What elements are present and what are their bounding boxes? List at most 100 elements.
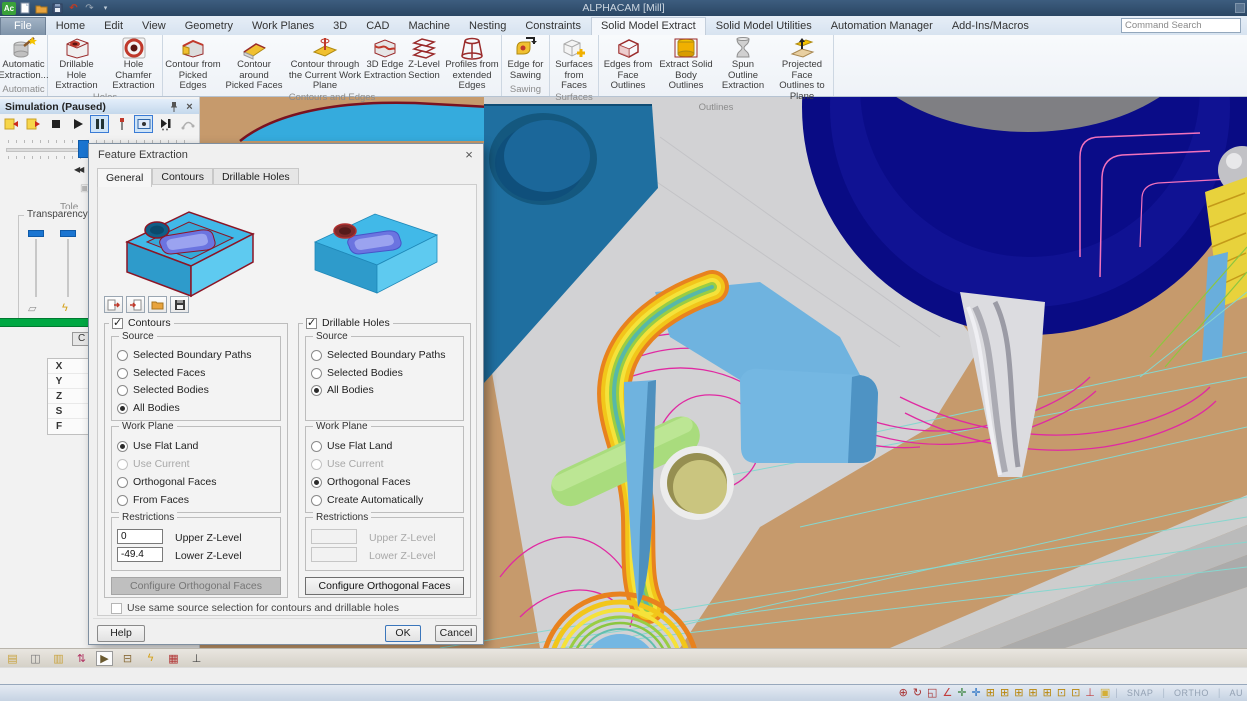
contours-lower-z-input[interactable] [117,547,163,562]
rapid-moves-icon[interactable]: ϟ [142,651,159,666]
collapse-arrows-icon[interactable]: ◀◀ [74,165,82,174]
radio-holes-selected-boundary-paths[interactable]: Selected Boundary Paths [311,349,446,361]
tool-vectors-icon[interactable]: ⇅ [73,651,90,666]
stop-icon[interactable] [46,115,65,133]
tab-nesting[interactable]: Nesting [460,18,515,35]
radio-holes-orthogonal-faces[interactable]: Orthogonal Faces [311,476,410,488]
restart-simulation-icon[interactable] [2,115,21,133]
tool-transparency-icon[interactable]: ϟ [62,302,68,314]
tab-3d[interactable]: 3D [324,18,356,35]
shaded-view-icon[interactable]: ▥ [50,651,67,666]
radio-contours-from-faces[interactable]: From Faces [117,494,189,506]
material-display-icon[interactable]: ▤ [4,651,21,666]
radio-contours-use-flat-land[interactable]: Use Flat Land [117,440,198,452]
holes-configure-orthogonal-faces-button[interactable]: Configure Orthogonal Faces [305,577,464,595]
radio-contours-all-bodies[interactable]: All Bodies [117,402,180,414]
window-control-icon[interactable] [1235,3,1245,13]
contour-from-picked-edges-button[interactable]: Contour from Picked Edges [163,36,223,92]
view-cube-bottom-icon[interactable]: ⊡ [1071,686,1080,701]
solid-transparency-icon[interactable]: ▱ [28,302,36,315]
play-icon[interactable] [68,115,87,133]
step-mode-icon[interactable] [156,115,175,133]
tab-constraints[interactable]: Constraints [516,18,590,35]
contours-checkbox[interactable]: Contours [109,317,174,329]
cancel-button[interactable]: Cancel [435,625,477,642]
open-file-icon[interactable] [148,296,167,313]
hole-chamfer-extraction-button[interactable]: Hole Chamfer Extraction [105,36,162,92]
pause-icon[interactable] [90,115,109,133]
surfaces-from-faces-button[interactable]: Surfaces from Faces [550,36,598,92]
path-trace-icon[interactable] [178,115,197,133]
radio-holes-create-automatically[interactable]: Create Automatically [311,494,423,506]
orbit-view-icon[interactable]: ⊕ [899,686,908,701]
tab-general[interactable]: General [97,168,152,187]
spun-outline-extraction-button[interactable]: Spun Outline Extraction [715,36,771,92]
contour-around-picked-faces-button[interactable]: Contour around Picked Faces [223,36,285,92]
ortho-toggle[interactable]: ORTHO [1170,688,1213,698]
tab-work-planes[interactable]: Work Planes [243,18,323,35]
profiles-from-extended-edges-button[interactable]: Profiles from extended Edges [443,36,501,92]
same-source-checkbox[interactable]: Use same source selection for contours a… [108,602,402,614]
drillable-hole-extraction-button[interactable]: Drillable Hole Extraction [48,36,105,92]
close-icon[interactable]: × [461,147,477,163]
pin-icon[interactable] [167,100,180,113]
tab-add-ins-macros[interactable]: Add-Ins/Macros [943,18,1038,35]
extract-solid-body-outlines-button[interactable]: Extract Solid Body Outlines [657,36,715,92]
view-cube-left-icon[interactable]: ⊞ [1043,686,1052,701]
radio-contours-selected-bodies[interactable]: Selected Bodies [117,384,209,396]
work-plane-axis-icon[interactable]: ✛ [972,686,981,701]
radio-contours-selected-faces[interactable]: Selected Faces [117,367,205,379]
tab-edit[interactable]: Edit [95,18,132,35]
view-cube-right-icon[interactable]: ⊞ [1014,686,1023,701]
tab-solid-model-extract[interactable]: Solid Model Extract [591,17,706,35]
drillable-holes-checkbox[interactable]: Drillable Holes [303,317,393,329]
tab-view[interactable]: View [133,18,175,35]
toolpath-grid-icon[interactable]: ▦ [165,651,182,666]
tool-axis-icon[interactable]: ⊥ [1085,686,1095,701]
contour-through-work-plane-button[interactable]: Contour through the Current Work Plane [285,36,365,92]
panel-close-icon[interactable]: × [183,100,196,113]
view-cube-iso-icon[interactable]: ⊡ [1057,686,1066,701]
tab-home[interactable]: Home [47,18,94,35]
edges-from-face-outlines-button[interactable]: Edges from Face Outlines [599,36,657,92]
tab-solid-model-utilities[interactable]: Solid Model Utilities [707,18,821,35]
automatic-extraction-button[interactable]: Automatic Extraction... [0,36,47,81]
tool-change-icon[interactable] [112,115,131,133]
tab-automation-manager[interactable]: Automation Manager [822,18,942,35]
frame-capture-icon[interactable] [134,115,153,133]
transparency-slider-1[interactable] [28,230,44,297]
tab-machine[interactable]: Machine [399,18,459,35]
tab-cad[interactable]: CAD [357,18,398,35]
radio-contours-selected-boundary-paths[interactable]: Selected Boundary Paths [117,349,252,361]
polyline-select-icon[interactable]: ∠ [942,686,952,701]
help-button[interactable]: Help [97,625,145,642]
tab-geometry[interactable]: Geometry [176,18,242,35]
radio-holes-use-flat-land[interactable]: Use Flat Land [311,440,392,452]
zoom-window-icon[interactable]: ◱ [927,686,937,701]
tab-file[interactable]: File [0,17,46,35]
axis-triad-icon[interactable]: ✛ [957,686,966,701]
command-search-input[interactable] [1121,18,1241,33]
auto-toggle-partial[interactable]: AU [1225,688,1247,698]
radio-holes-all-bodies[interactable]: All Bodies [311,384,374,396]
transparency-slider-2[interactable] [60,230,76,297]
view-cube-back-icon[interactable]: ⊞ [1028,686,1037,701]
wireframe-view-icon[interactable]: ◫ [27,651,44,666]
radio-contours-orthogonal-faces[interactable]: Orthogonal Faces [117,476,216,488]
simulation-mode-icon[interactable]: ▶ [96,651,113,666]
import-features-icon[interactable] [126,296,145,313]
view-cube-front-icon[interactable]: ⊞ [1000,686,1009,701]
radio-holes-selected-bodies[interactable]: Selected Bodies [311,367,403,379]
contours-upper-z-input[interactable] [117,529,163,544]
export-features-icon[interactable] [104,296,123,313]
run-to-end-icon[interactable] [24,115,43,133]
snap-toggle[interactable]: SNAP [1123,688,1158,698]
projected-face-outlines-button[interactable]: Projected Face Outlines to Plane [771,36,833,102]
datum-probe-icon[interactable]: ⊥ [188,651,205,666]
rotate-view-icon[interactable]: ↻ [913,686,922,701]
batch-process-icon[interactable]: ⊟ [119,651,136,666]
ok-button[interactable]: OK [385,625,421,642]
view-cube-top-icon[interactable]: ⊞ [986,686,995,701]
3d-edge-extraction-button[interactable]: 3D Edge Extraction [365,36,405,81]
edge-for-sawing-button[interactable]: Edge for Sawing [502,36,549,81]
